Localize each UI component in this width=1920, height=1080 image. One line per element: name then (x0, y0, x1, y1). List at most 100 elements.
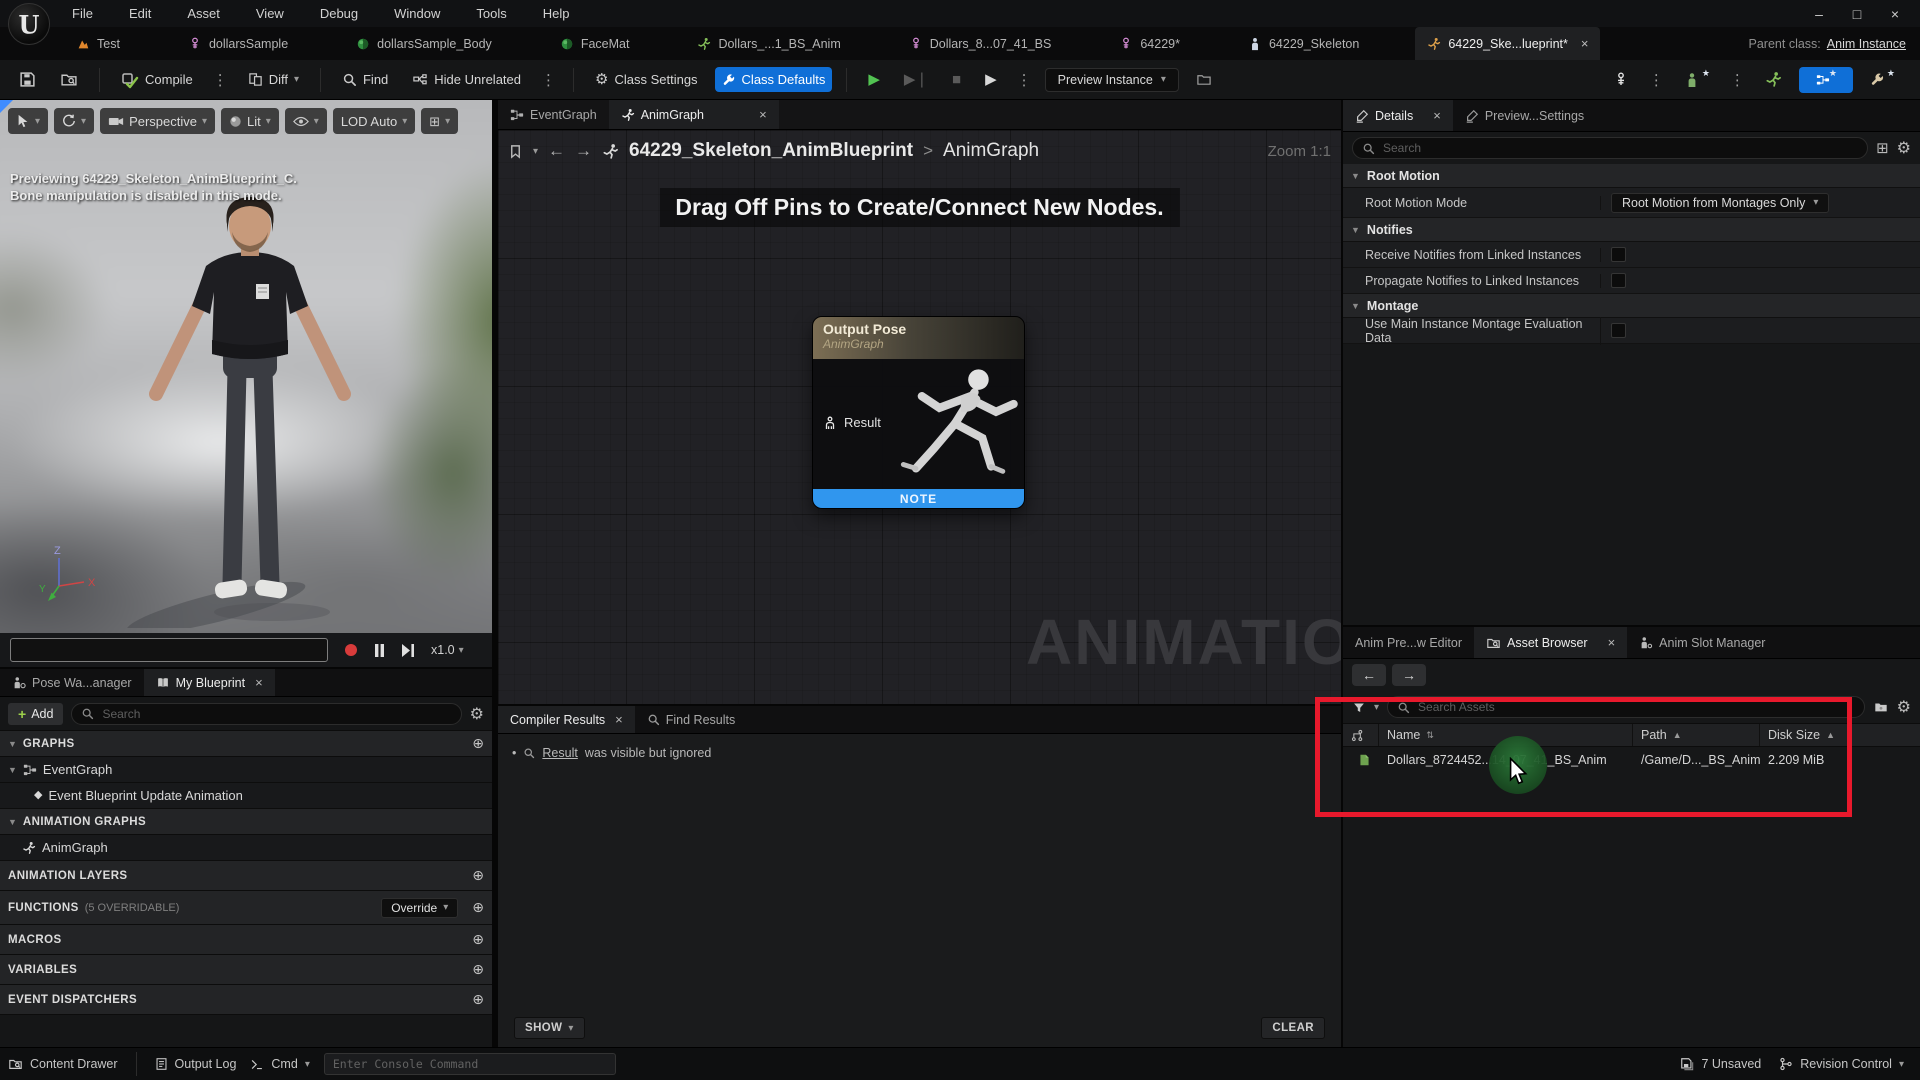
skip-button[interactable]: ▶ (978, 67, 1004, 92)
bookmark-chevron[interactable]: ▾ (533, 146, 538, 157)
tab-test[interactable]: Test (64, 27, 132, 60)
clear-button[interactable]: CLEAR (1261, 1017, 1325, 1039)
revision-control-dropdown[interactable]: Revision Control ▾ (1779, 1057, 1904, 1071)
console-command-input[interactable] (324, 1053, 616, 1075)
record-button[interactable] (344, 643, 358, 657)
tab-event-graph-doc[interactable]: EventGraph (498, 100, 609, 129)
skeleton-shortcut-button[interactable] (1606, 67, 1636, 93)
mesh-shortcut-button[interactable]: ★ (1677, 67, 1717, 93)
unreal-logo-icon[interactable]: U (8, 3, 50, 45)
physics-shortcut-button[interactable]: ★ (1863, 67, 1902, 92)
folder-icon[interactable] (1873, 700, 1889, 714)
menu-edit[interactable]: Edit (129, 6, 151, 21)
close-icon[interactable]: × (759, 107, 767, 122)
use-main-instance-checkbox[interactable] (1611, 323, 1626, 338)
montage-section[interactable]: ▼ Montage (1343, 294, 1920, 318)
anim-graph-editor[interactable]: EventGraph AnimGraph × ▾ ← → 64229_Skele… (498, 100, 1341, 704)
close-icon[interactable]: × (1581, 36, 1589, 51)
cmd-dropdown[interactable]: Cmd ▾ (250, 1057, 309, 1071)
hide-unrelated-kebab[interactable]: ⋮ (538, 71, 559, 89)
content-drawer-button[interactable]: Content Drawer (8, 1057, 118, 1071)
macros-section-header[interactable]: MACROS ⊕ (0, 925, 492, 955)
play-options-kebab[interactable]: ⋮ (1014, 71, 1035, 89)
forward-button[interactable]: → (1392, 664, 1426, 686)
search-input[interactable] (100, 706, 451, 722)
event-update-row[interactable]: ◆ Event Blueprint Update Animation (0, 783, 492, 809)
message-result-link[interactable]: Result (542, 746, 577, 760)
output-pose-node[interactable]: Output Pose AnimGraph Result (812, 316, 1025, 509)
tab-anim-graph-doc[interactable]: AnimGraph × (609, 100, 779, 129)
viewport-grid-dropdown[interactable]: ⊞ ▾ (421, 108, 458, 134)
menu-asset[interactable]: Asset (187, 6, 220, 21)
menu-window[interactable]: Window (394, 6, 440, 21)
debug-filter-button[interactable] (1189, 67, 1219, 92)
browse-asset-button[interactable] (53, 66, 85, 93)
override-dropdown[interactable]: Override ▾ (381, 898, 458, 918)
back-button[interactable]: ← (548, 141, 565, 161)
skeleton-shortcut-kebab[interactable]: ⋮ (1646, 71, 1667, 89)
stop-button[interactable]: ■ (945, 67, 968, 92)
compiler-message[interactable]: • Result was visible but ignored (498, 734, 1341, 772)
node-note-badge[interactable]: NOTE (813, 489, 1024, 508)
viewport-show-dropdown[interactable]: ▾ (285, 108, 327, 134)
menu-file[interactable]: File (72, 6, 93, 21)
close-icon[interactable]: × (1608, 635, 1616, 650)
viewport-perspective-dropdown[interactable]: Perspective ▾ (100, 108, 215, 134)
tab-64229[interactable]: 64229* (1107, 27, 1192, 60)
tab-pose-watch-manager[interactable]: Pose Wa...anager (0, 669, 144, 696)
hide-unrelated-button[interactable]: Hide Unrelated (405, 67, 528, 92)
my-blueprint-search[interactable] (71, 703, 461, 725)
close-icon[interactable]: × (615, 712, 623, 727)
graphs-section-header[interactable]: ▼ GRAPHS ⊕ (0, 731, 492, 757)
tab-dollars-sample[interactable]: dollarsSample (176, 27, 300, 60)
tab-facemat[interactable]: FaceMat (548, 27, 642, 60)
add-macro-button[interactable]: ⊕ (472, 931, 484, 948)
add-function-button[interactable]: ⊕ (472, 899, 484, 916)
result-pin[interactable]: Result (823, 415, 881, 430)
variables-section-header[interactable]: VARIABLES ⊕ (0, 955, 492, 985)
minimize-button[interactable]: – (1804, 3, 1834, 25)
add-graph-button[interactable]: ⊕ (472, 735, 484, 752)
tab-anim-preview-editor[interactable]: Anim Pre...w Editor (1343, 627, 1474, 658)
anim-graph-row[interactable]: AnimGraph (0, 835, 492, 861)
preview-filter-input[interactable] (10, 638, 328, 662)
close-button[interactable]: × (1880, 3, 1910, 25)
step-forward-button[interactable]: ▶❘ (897, 67, 935, 92)
animation-layers-section-header[interactable]: ANIMATION LAYERS ⊕ (0, 861, 492, 891)
menu-view[interactable]: View (256, 6, 284, 21)
save-button[interactable] (12, 66, 43, 93)
output-log-button[interactable]: Output Log (155, 1057, 237, 1071)
details-search[interactable] (1352, 137, 1868, 159)
preview-instance-dropdown[interactable]: Preview Instance ▾ (1045, 68, 1179, 92)
add-event-dispatcher-button[interactable]: ⊕ (472, 991, 484, 1008)
breadcrumb-blueprint[interactable]: 64229_Skeleton_AnimBlueprint (629, 140, 913, 162)
gear-icon[interactable]: ⚙ (1897, 138, 1911, 158)
find-button[interactable]: Find (335, 67, 395, 92)
preview-viewport[interactable]: ▾ ▾ Perspective ▾ Lit ▾ ▾ LOD Auto (0, 100, 494, 633)
step-forward-button[interactable] (401, 644, 415, 657)
tab-64229-skeleton[interactable]: 64229_Skeleton (1236, 27, 1371, 60)
tab-my-blueprint[interactable]: My Blueprint × (144, 669, 275, 696)
compile-button[interactable]: Compile (114, 66, 200, 94)
viewport-transform-tool[interactable]: ▾ (54, 108, 94, 134)
tab-find-results[interactable]: Find Results (635, 706, 747, 733)
viewport-select-tool[interactable]: ▾ (8, 108, 48, 134)
tab-dollars-sample-body[interactable]: dollarsSample_Body (344, 27, 504, 60)
gear-icon[interactable]: ⚙ (470, 704, 484, 724)
propagate-notifies-checkbox[interactable] (1611, 273, 1626, 288)
back-button[interactable]: ← (1352, 664, 1386, 686)
tab-dollars-bs-anim[interactable]: Dollars_...1_BS_Anim (685, 27, 852, 60)
close-icon[interactable]: × (255, 675, 263, 690)
display-options-icon[interactable]: ⊞ (1876, 141, 1889, 156)
event-dispatchers-section-header[interactable]: EVENT DISPATCHERS ⊕ (0, 985, 492, 1015)
menu-debug[interactable]: Debug (320, 6, 358, 21)
viewport-lod-dropdown[interactable]: LOD Auto ▾ (333, 108, 415, 134)
tab-64229-anim-blueprint[interactable]: 64229_Ske...lueprint* × (1415, 27, 1600, 60)
unsaved-changes-button[interactable]: 7 Unsaved (1680, 1057, 1761, 1071)
tab-compiler-results[interactable]: Compiler Results × (498, 706, 635, 733)
maximize-button[interactable]: □ (1842, 3, 1872, 25)
class-defaults-button[interactable]: Class Defaults (715, 67, 833, 92)
breadcrumb-animgraph[interactable]: AnimGraph (943, 140, 1039, 162)
search-input[interactable] (1381, 140, 1858, 156)
diff-button[interactable]: Diff ▾ (241, 67, 306, 92)
